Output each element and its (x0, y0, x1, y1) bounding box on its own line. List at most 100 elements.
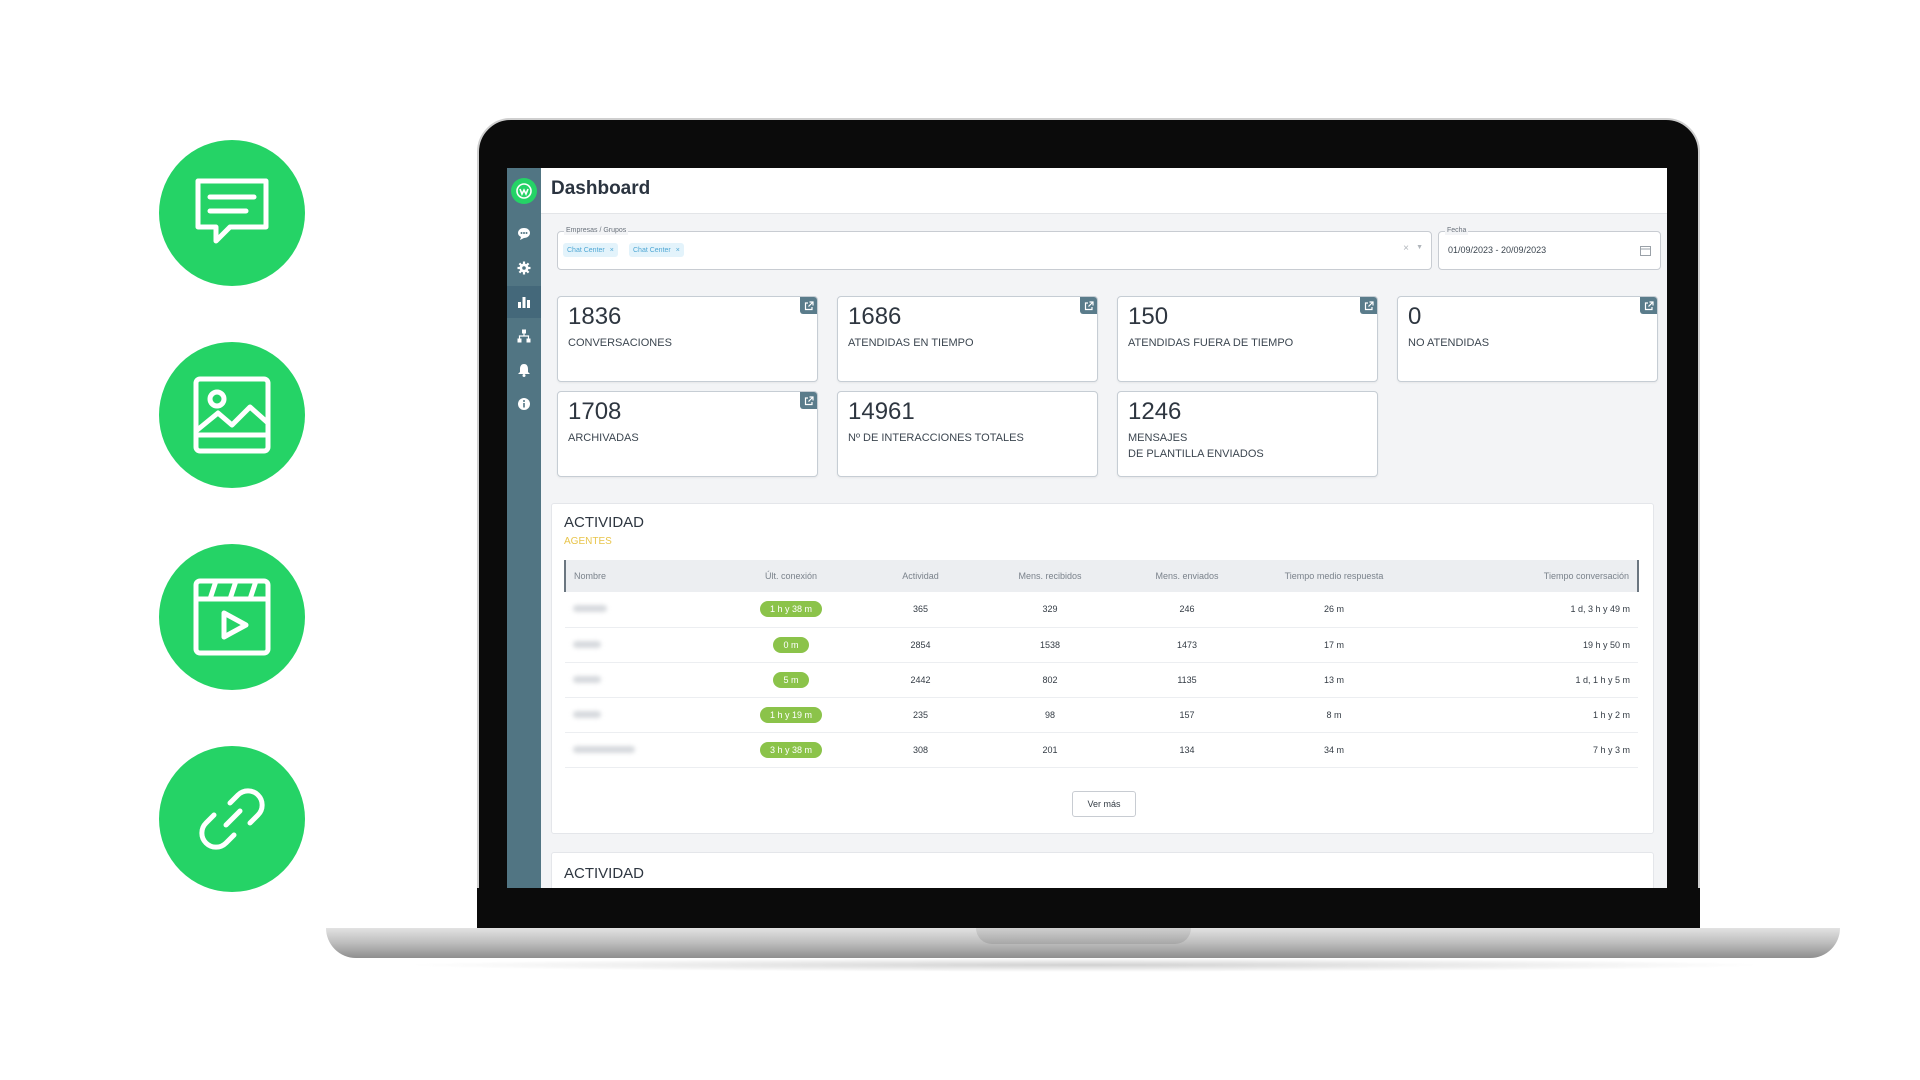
info-icon (518, 398, 530, 410)
sidebar-item-dashboard[interactable] (516, 294, 532, 310)
chat-icon (518, 228, 530, 240)
table-header-row: Nombre Últ. conexión Actividad Mens. rec… (564, 560, 1639, 592)
chip-remove-icon[interactable]: × (676, 247, 680, 254)
stat-label: ATENDIDAS EN TIEMPO (848, 337, 974, 349)
column-header[interactable]: Mens. recibidos (984, 560, 1116, 592)
column-header[interactable]: Tiempo medio respuesta (1258, 560, 1410, 592)
filter-chip[interactable]: Chat Center × (629, 243, 684, 257)
stat-value: 14961 (848, 398, 915, 425)
bell-icon (518, 364, 530, 377)
sidebar-item-organization[interactable] (516, 328, 532, 344)
bar-chart-icon (518, 297, 530, 308)
activity2-title: ACTIVIDAD (564, 865, 645, 882)
table-row[interactable]: 1 h y 19 m 235 98 157 8 m 1 h y 2 m (565, 697, 1638, 732)
chevron-down-icon[interactable]: ▼ (1416, 244, 1423, 251)
table-row[interactable]: 1 h y 38 m 365 329 246 26 m 1 d, 3 h y 4… (565, 592, 1638, 627)
date-range-value: 01/09/2023 - 20/09/2023 (1448, 245, 1547, 255)
table-row[interactable]: 5 m 2442 802 1135 13 m 1 d, 1 h y 5 m (565, 662, 1638, 697)
agent-name-redacted (565, 662, 725, 697)
clear-icon[interactable]: × (1403, 243, 1409, 254)
activity-title: ACTIVIDAD (564, 514, 645, 531)
activity-subtitle: AGENTES (564, 536, 612, 547)
last-connection-cell: 3 h y 38 m (725, 732, 857, 767)
stat-card-late[interactable]: 150 ATENDIDAS FUERA DE TIEMPO (1117, 296, 1378, 382)
chip-remove-icon[interactable]: × (610, 247, 614, 254)
avg-response-cell: 34 m (1323, 744, 1344, 755)
stat-label: ATENDIDAS FUERA DE TIEMPO (1128, 337, 1294, 349)
stat-label: ARCHIVADAS (568, 432, 639, 444)
sidebar-item-info[interactable] (516, 396, 532, 412)
chat-bubble-icon (195, 178, 269, 244)
companies-filter-field[interactable]: Empresas / Grupos Chat Center × Chat Cent… (557, 226, 1432, 270)
external-link-icon[interactable] (800, 297, 817, 314)
image-feature-badge (159, 342, 305, 488)
stat-card-template-messages: 1246 MENSAJES DE PLANTILLA ENVIADOS (1117, 391, 1378, 477)
column-header[interactable]: Últ. conexión (725, 560, 857, 592)
column-header[interactable]: Tiempo conversación (1410, 560, 1639, 592)
stat-card-unattended[interactable]: 0 NO ATENDIDAS (1397, 296, 1658, 382)
stat-value: 1246 (1128, 398, 1182, 425)
page-title: Dashboard (551, 178, 651, 199)
external-link-icon[interactable] (1640, 297, 1657, 314)
agent-name-redacted (565, 697, 725, 732)
avg-response-cell: 8 m (1326, 709, 1342, 720)
avg-response-cell: 17 m (1323, 639, 1344, 650)
external-link-icon[interactable] (1360, 297, 1377, 314)
stat-card-conversations[interactable]: 1836 CONVERSACIONES (557, 296, 818, 382)
sidebar-item-notifications[interactable] (516, 362, 532, 378)
last-connection-cell: 5 m (725, 662, 857, 697)
column-header[interactable]: Nombre (564, 560, 725, 592)
sent-cell: 134 (1179, 744, 1195, 755)
laptop-shadow (400, 958, 1770, 972)
calendar-icon[interactable] (1640, 245, 1651, 256)
last-connection-badge: 0 m (773, 636, 809, 653)
agent-name-redacted (565, 732, 725, 767)
stat-value: 1708 (568, 398, 622, 425)
app-logo-icon[interactable] (511, 178, 537, 204)
table-row[interactable]: 0 m 2854 1538 1473 17 m 19 h y 50 m (565, 627, 1638, 662)
conversation-time-cell: 7 h y 3 m (1592, 744, 1630, 755)
activity-cell: 235 (912, 709, 929, 720)
sent-cell: 1135 (1177, 674, 1197, 685)
video-feature-badge (159, 544, 305, 690)
filter-chip[interactable]: Chat Center × (563, 243, 618, 257)
image-icon (193, 376, 271, 454)
stat-label: Nº DE INTERACCIONES TOTALES (848, 432, 1024, 444)
stat-card-interactions: 14961 Nº DE INTERACCIONES TOTALES (837, 391, 1098, 477)
received-cell: 802 (1042, 674, 1058, 685)
last-connection-badge: 1 h y 38 m (759, 601, 823, 618)
agents-table: Nombre Últ. conexión Actividad Mens. rec… (564, 560, 1639, 768)
gear-icon (517, 261, 531, 275)
stat-card-on-time[interactable]: 1686 ATENDIDAS EN TIEMPO (837, 296, 1098, 382)
sent-cell: 157 (1179, 709, 1195, 720)
received-cell: 329 (1042, 604, 1058, 615)
external-link-icon[interactable] (1080, 297, 1097, 314)
date-filter-field[interactable]: Fecha 01/09/2023 - 20/09/2023 (1438, 226, 1661, 270)
stat-value: 150 (1128, 303, 1169, 330)
received-cell: 201 (1042, 744, 1058, 755)
stat-label-line1: MENSAJES (1128, 432, 1188, 444)
conversation-time-cell: 1 d, 3 h y 49 m (1570, 604, 1630, 615)
last-connection-badge: 3 h y 38 m (759, 741, 823, 758)
received-cell: 98 (1044, 709, 1055, 720)
column-header[interactable]: Actividad (857, 560, 984, 592)
stat-card-archived[interactable]: 1708 ARCHIVADAS (557, 391, 818, 477)
conversation-time-cell: 1 h y 2 m (1592, 709, 1630, 720)
link-icon (199, 788, 265, 850)
last-connection-cell: 0 m (725, 627, 857, 662)
screen-bottom-bezel (477, 888, 1700, 928)
sidebar-item-settings[interactable] (516, 260, 532, 276)
sent-cell: 246 (1179, 604, 1195, 615)
conversation-time-cell: 1 d, 1 h y 5 m (1575, 674, 1630, 685)
chat-feature-badge (159, 140, 305, 286)
activity-cell: 308 (912, 744, 929, 755)
see-more-button[interactable]: Ver más (1072, 791, 1136, 817)
conversation-time-cell: 19 h y 50 m (1582, 639, 1630, 650)
date-filter-label: Fecha (1445, 226, 1469, 235)
table-row[interactable]: 3 h y 38 m 308 201 134 34 m 7 h y 3 m (565, 732, 1638, 767)
external-link-icon[interactable] (800, 392, 817, 409)
sent-cell: 1473 (1176, 639, 1198, 650)
last-connection-cell: 1 h y 19 m (725, 697, 857, 732)
column-header[interactable]: Mens. enviados (1116, 560, 1258, 592)
sidebar-item-chat[interactable] (516, 226, 532, 242)
